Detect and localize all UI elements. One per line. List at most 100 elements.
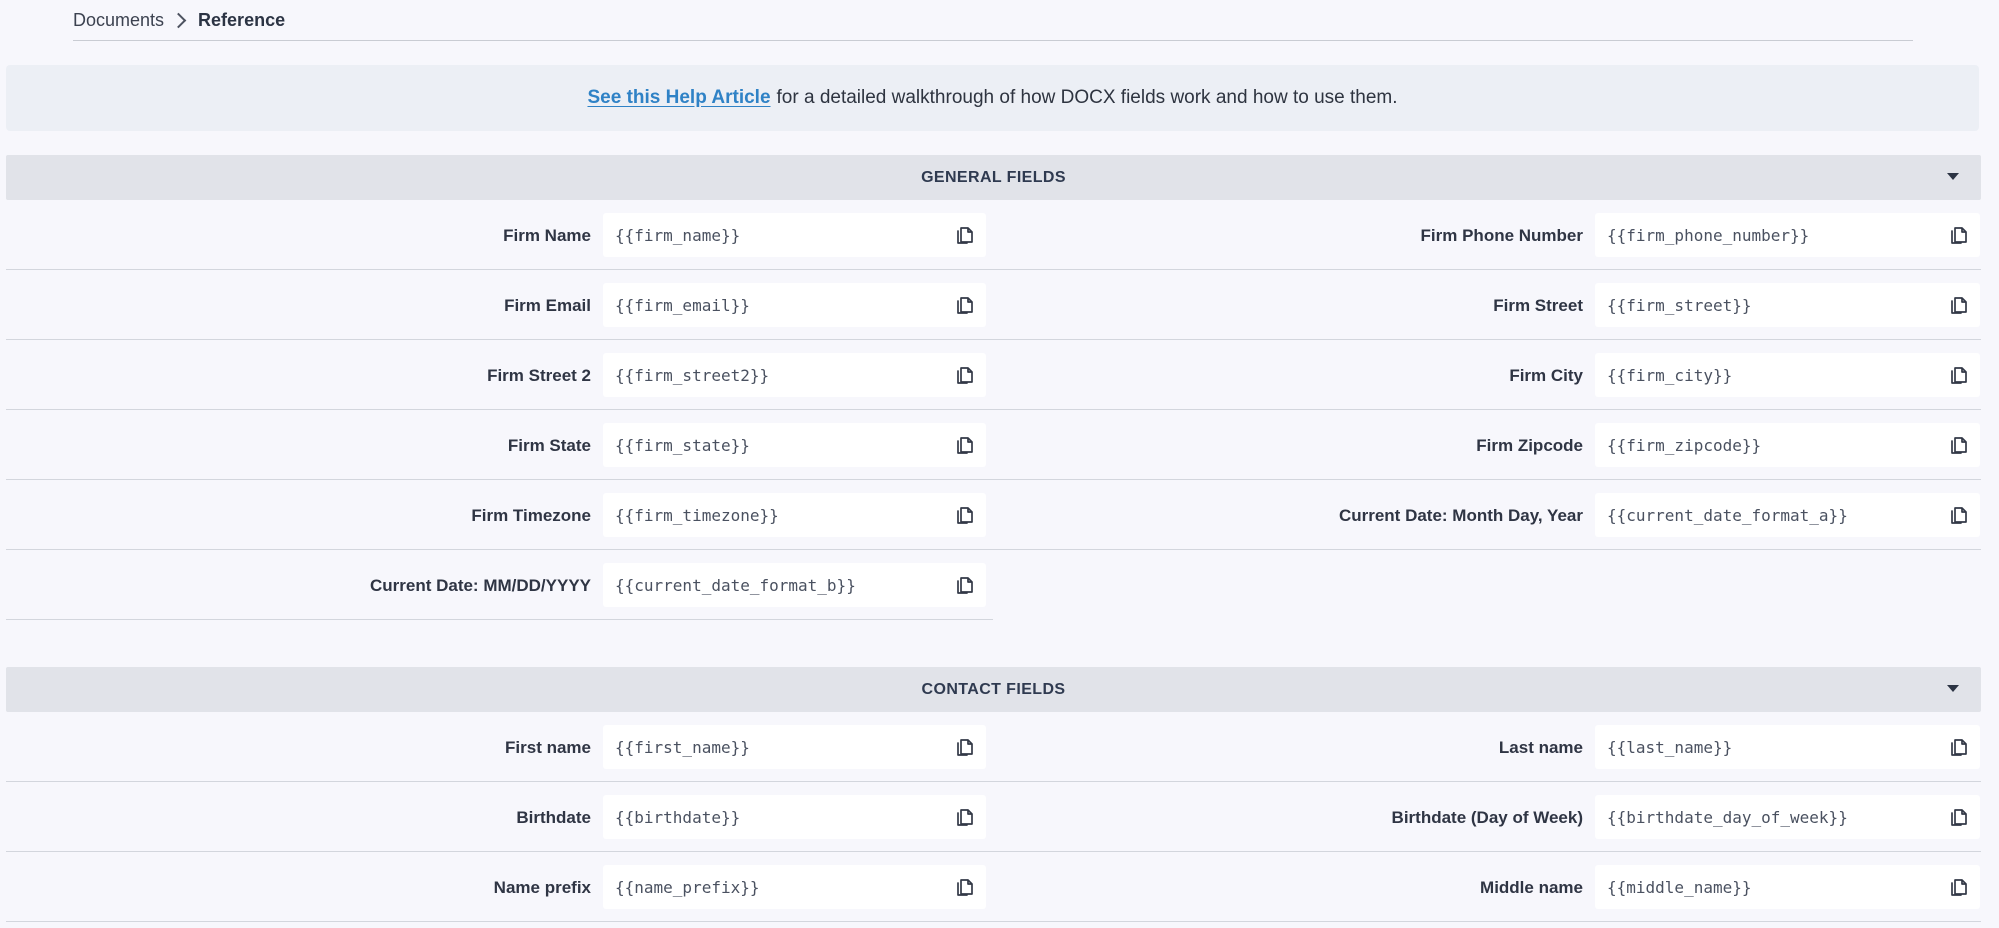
general-field-row: Firm Name {{firm_name}} Firm Phone Numbe…: [6, 200, 1981, 270]
merge-field-code[interactable]: {{firm_name}}: [615, 226, 740, 245]
field-label: Current Date: MM/DD/YYYY: [369, 575, 591, 595]
field-firm-email: Firm Email {{firm_email}}: [6, 270, 993, 340]
merge-field-code[interactable]: {{first_name}}: [615, 738, 750, 757]
field-label: Current Date: Month Day, Year: [1338, 505, 1583, 525]
field-current-date-mm-dd-yyyy: Current Date: MM/DD/YYYY {{current_date_…: [6, 550, 993, 620]
field-label: Firm State: [507, 435, 591, 455]
merge-field-code[interactable]: {{firm_phone_number}}: [1607, 226, 1809, 245]
field-firm-street: Firm Street {{firm_street}}: [995, 270, 1981, 340]
chevron-right-icon: [170, 12, 187, 28]
help-article-link[interactable]: See this Help Article: [587, 87, 770, 109]
field-first-name: First name {{first_name}}: [6, 712, 993, 782]
merge-field-value[interactable]: {{firm_timezone}}: [603, 493, 986, 537]
merge-field-value[interactable]: {{firm_email}}: [603, 283, 986, 327]
merge-field-value[interactable]: {{last_name}}: [1595, 725, 1980, 769]
copy-icon[interactable]: [956, 225, 974, 245]
merge-field-code[interactable]: {{firm_street}}: [1607, 296, 1752, 315]
merge-field-value[interactable]: {{birthdate_day_of_week}}: [1595, 795, 1980, 839]
contact-field-row: Name prefix {{name_prefix}} Middle name …: [6, 852, 1981, 922]
copy-icon[interactable]: [1950, 225, 1968, 245]
copy-icon[interactable]: [956, 505, 974, 525]
merge-field-code[interactable]: {{current_date_format_a}}: [1607, 506, 1848, 525]
copy-icon[interactable]: [1950, 365, 1968, 385]
field-firm-name: Firm Name {{firm_name}}: [6, 200, 993, 270]
merge-field-code[interactable]: {{firm_street2}}: [615, 366, 769, 385]
breadcrumb-current-page: Reference: [198, 10, 286, 30]
copy-icon[interactable]: [956, 365, 974, 385]
merge-field-value[interactable]: {{current_date_format_a}}: [1595, 493, 1980, 537]
merge-field-value[interactable]: {{firm_state}}: [603, 423, 986, 467]
merge-field-value[interactable]: {{current_date_format_b}}: [603, 563, 986, 607]
general-field-row: Firm Email {{firm_email}} Firm Street {{…: [6, 270, 1981, 340]
caret-down-icon[interactable]: [1947, 685, 1959, 692]
merge-field-code[interactable]: {{last_name}}: [1607, 738, 1732, 757]
breadcrumb: Documents Reference: [73, 0, 1913, 41]
copy-icon[interactable]: [1950, 295, 1968, 315]
copy-icon[interactable]: [956, 877, 974, 897]
field-label: Firm Email: [504, 295, 591, 315]
general-fields-section: GENERAL FIELDS Firm Name {{firm_name}} F…: [6, 155, 1981, 623]
field-label: Birthdate: [516, 807, 591, 827]
merge-field-value[interactable]: {{firm_phone_number}}: [1595, 213, 1980, 257]
copy-icon[interactable]: [956, 435, 974, 455]
merge-field-value[interactable]: {{firm_city}}: [1595, 353, 1980, 397]
field-firm-city: Firm City {{firm_city}}: [995, 340, 1981, 410]
copy-icon[interactable]: [1950, 435, 1968, 455]
contact-fields-section: CONTACT FIELDS First name {{first_name}}…: [6, 667, 1981, 928]
docx-reference-page: Documents Reference See this Help Articl…: [0, 0, 1999, 928]
field-label: Firm Street: [1493, 295, 1583, 315]
copy-icon[interactable]: [956, 295, 974, 315]
merge-field-code[interactable]: {{middle_name}}: [1607, 878, 1752, 897]
field-label: Firm Name: [503, 225, 591, 245]
merge-field-code[interactable]: {{name_prefix}}: [615, 878, 760, 897]
general-fields-header[interactable]: GENERAL FIELDS: [6, 155, 1981, 200]
merge-field-value[interactable]: {{firm_street2}}: [603, 353, 986, 397]
field-birthdate-day-of-week: Birthdate (Day of Week) {{birthdate_day_…: [995, 782, 1981, 852]
breadcrumb-documents-link[interactable]: Documents: [73, 11, 164, 29]
field-label: Birthdate (Day of Week): [1391, 807, 1583, 827]
merge-field-code[interactable]: {{current_date_format_b}}: [615, 576, 856, 595]
copy-icon[interactable]: [1950, 505, 1968, 525]
caret-down-icon[interactable]: [1947, 173, 1959, 180]
merge-field-value[interactable]: {{name_prefix}}: [603, 865, 986, 909]
merge-field-code[interactable]: {{firm_timezone}}: [615, 506, 779, 525]
field-firm-phone-number: Firm Phone Number {{firm_phone_number}}: [995, 200, 1981, 270]
contact-field-row: First name {{first_name}} Last name {{la…: [6, 712, 1981, 782]
copy-icon[interactable]: [1950, 877, 1968, 897]
copy-icon[interactable]: [956, 575, 974, 595]
field-last-name: Last name {{last_name}}: [995, 712, 1981, 782]
merge-field-code[interactable]: {{firm_city}}: [1607, 366, 1732, 385]
field-name-prefix: Name prefix {{name_prefix}}: [6, 852, 993, 922]
merge-field-code[interactable]: {{firm_state}}: [615, 436, 750, 455]
copy-icon[interactable]: [956, 737, 974, 757]
merge-field-value[interactable]: {{firm_street}}: [1595, 283, 1980, 327]
contact-field-row: Birthdate {{birthdate}} Birthdate (Day o…: [6, 782, 1981, 852]
general-field-row: Current Date: MM/DD/YYYY {{current_date_…: [6, 550, 993, 620]
merge-field-code[interactable]: {{birthdate}}: [615, 808, 740, 827]
field-label: Firm City: [1509, 365, 1583, 385]
merge-field-value[interactable]: {{first_name}}: [603, 725, 986, 769]
merge-field-value[interactable]: {{firm_name}}: [603, 213, 986, 257]
merge-field-code[interactable]: {{firm_zipcode}}: [1607, 436, 1761, 455]
help-article-description: for a detailed walkthrough of how DOCX f…: [776, 87, 1398, 108]
field-label: Firm Timezone: [471, 505, 591, 525]
merge-field-code[interactable]: {{birthdate_day_of_week}}: [1607, 808, 1848, 827]
copy-icon[interactable]: [1950, 807, 1968, 827]
contact-fields-title: CONTACT FIELDS: [921, 680, 1066, 698]
field-label: Firm Phone Number: [1420, 225, 1583, 245]
copy-icon[interactable]: [956, 807, 974, 827]
field-firm-zipcode: Firm Zipcode {{firm_zipcode}}: [995, 410, 1981, 480]
merge-field-code[interactable]: {{firm_email}}: [615, 296, 750, 315]
help-article-banner: See this Help Article for a detailed wal…: [6, 65, 1979, 131]
field-label: Firm Zipcode: [1476, 435, 1583, 455]
copy-icon[interactable]: [1950, 737, 1968, 757]
merge-field-value[interactable]: {{middle_name}}: [1595, 865, 1980, 909]
field-firm-timezone: Firm Timezone {{firm_timezone}}: [6, 480, 993, 550]
field-firm-state: Firm State {{firm_state}}: [6, 410, 993, 480]
general-field-row: Firm Street 2 {{firm_street2}} Firm City…: [6, 340, 1981, 410]
general-fields-title: GENERAL FIELDS: [921, 168, 1066, 186]
field-current-date-month-day-year: Current Date: Month Day, Year {{current_…: [995, 480, 1981, 550]
contact-fields-header[interactable]: CONTACT FIELDS: [6, 667, 1981, 712]
merge-field-value[interactable]: {{firm_zipcode}}: [1595, 423, 1980, 467]
merge-field-value[interactable]: {{birthdate}}: [603, 795, 986, 839]
